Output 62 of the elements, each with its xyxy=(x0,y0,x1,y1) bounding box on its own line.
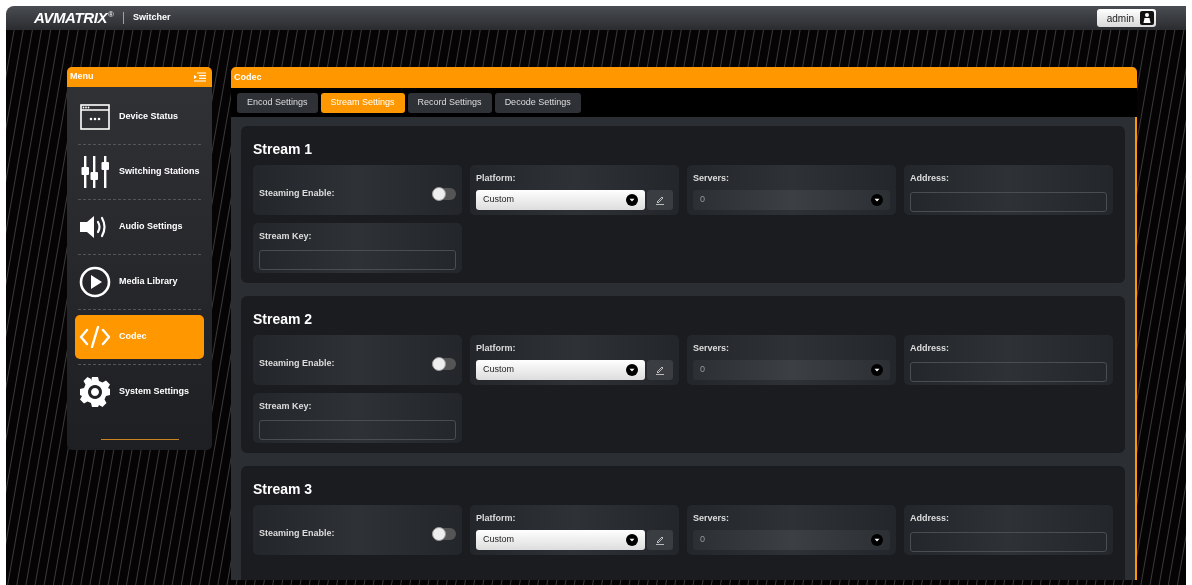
scrollbar[interactable] xyxy=(1135,117,1137,580)
gear-icon xyxy=(79,376,111,408)
tab[interactable]: Record Settings xyxy=(407,92,492,113)
dropdown-caret-icon xyxy=(871,193,883,206)
dropdown-caret-icon xyxy=(871,363,883,376)
toggle-switch[interactable] xyxy=(432,357,456,370)
menu-item[interactable]: Media Library xyxy=(75,260,204,304)
field-label: Steaming Enable: xyxy=(259,356,335,370)
window-icon xyxy=(80,104,110,130)
field-label: Platform: xyxy=(476,342,517,355)
user-button[interactable]: admin xyxy=(1096,9,1156,27)
field-label: Address: xyxy=(910,342,950,355)
menu-item[interactable]: Switching Stations xyxy=(75,150,204,194)
tab[interactable]: Encod Settings xyxy=(237,92,318,113)
panel-title: Codec xyxy=(234,70,262,84)
dropdown-caret-icon xyxy=(871,533,883,546)
stream-title: Stream 2 xyxy=(253,310,314,328)
toggle-switch[interactable] xyxy=(432,527,456,540)
dropdown-caret-icon xyxy=(626,533,638,546)
dropdown-caret-icon xyxy=(626,193,638,206)
menu-icon[interactable] xyxy=(194,72,206,82)
stream-key-field[interactable] xyxy=(259,419,456,440)
stream-key-field[interactable] xyxy=(259,249,456,270)
field-label: Servers: xyxy=(693,512,731,525)
field-label: Stream Key: xyxy=(259,400,313,413)
sliders-icon xyxy=(80,156,110,188)
edit-button[interactable] xyxy=(647,189,673,210)
toggle-switch[interactable] xyxy=(432,187,456,200)
app-name: Switcher xyxy=(133,11,171,25)
logo: AVMATRIX xyxy=(34,7,108,28)
menu-item[interactable]: Device Status xyxy=(75,95,204,139)
field-label: Platform: xyxy=(476,172,517,185)
platform-dropdown[interactable]: Custom xyxy=(476,359,645,380)
pencil-icon xyxy=(655,534,665,545)
address-field[interactable] xyxy=(910,361,1107,382)
field-label: Servers: xyxy=(693,172,731,185)
field-label: Steaming Enable: xyxy=(259,186,335,200)
dropdown-caret-icon xyxy=(626,363,638,376)
stream-title: Stream 1 xyxy=(253,140,314,158)
field-label: Servers: xyxy=(693,342,731,355)
field-label: Platform: xyxy=(476,512,517,525)
platform-dropdown[interactable]: Custom xyxy=(476,189,645,210)
address-field[interactable] xyxy=(910,191,1107,212)
field-label: Address: xyxy=(910,512,950,525)
edit-button[interactable] xyxy=(647,359,673,380)
edit-button[interactable] xyxy=(647,529,673,550)
stream-title: Stream 3 xyxy=(253,480,314,498)
menu-item[interactable]: System Settings xyxy=(75,370,204,414)
code-icon xyxy=(79,326,111,348)
field-label: Stream Key: xyxy=(259,230,313,243)
user-icon xyxy=(1140,11,1154,25)
menu-item[interactable]: Audio Settings xyxy=(75,205,204,249)
play-icon xyxy=(79,266,111,298)
field-label: Address: xyxy=(910,172,950,185)
pencil-icon xyxy=(655,194,665,205)
pencil-icon xyxy=(655,364,665,375)
menu-title: Menu xyxy=(70,70,94,84)
registered-mark: ® xyxy=(108,9,114,19)
platform-dropdown[interactable]: Custom xyxy=(476,529,645,550)
address-field[interactable] xyxy=(910,531,1107,552)
field-label: Steaming Enable: xyxy=(259,526,335,540)
tab[interactable]: Decode Settings xyxy=(494,92,581,113)
